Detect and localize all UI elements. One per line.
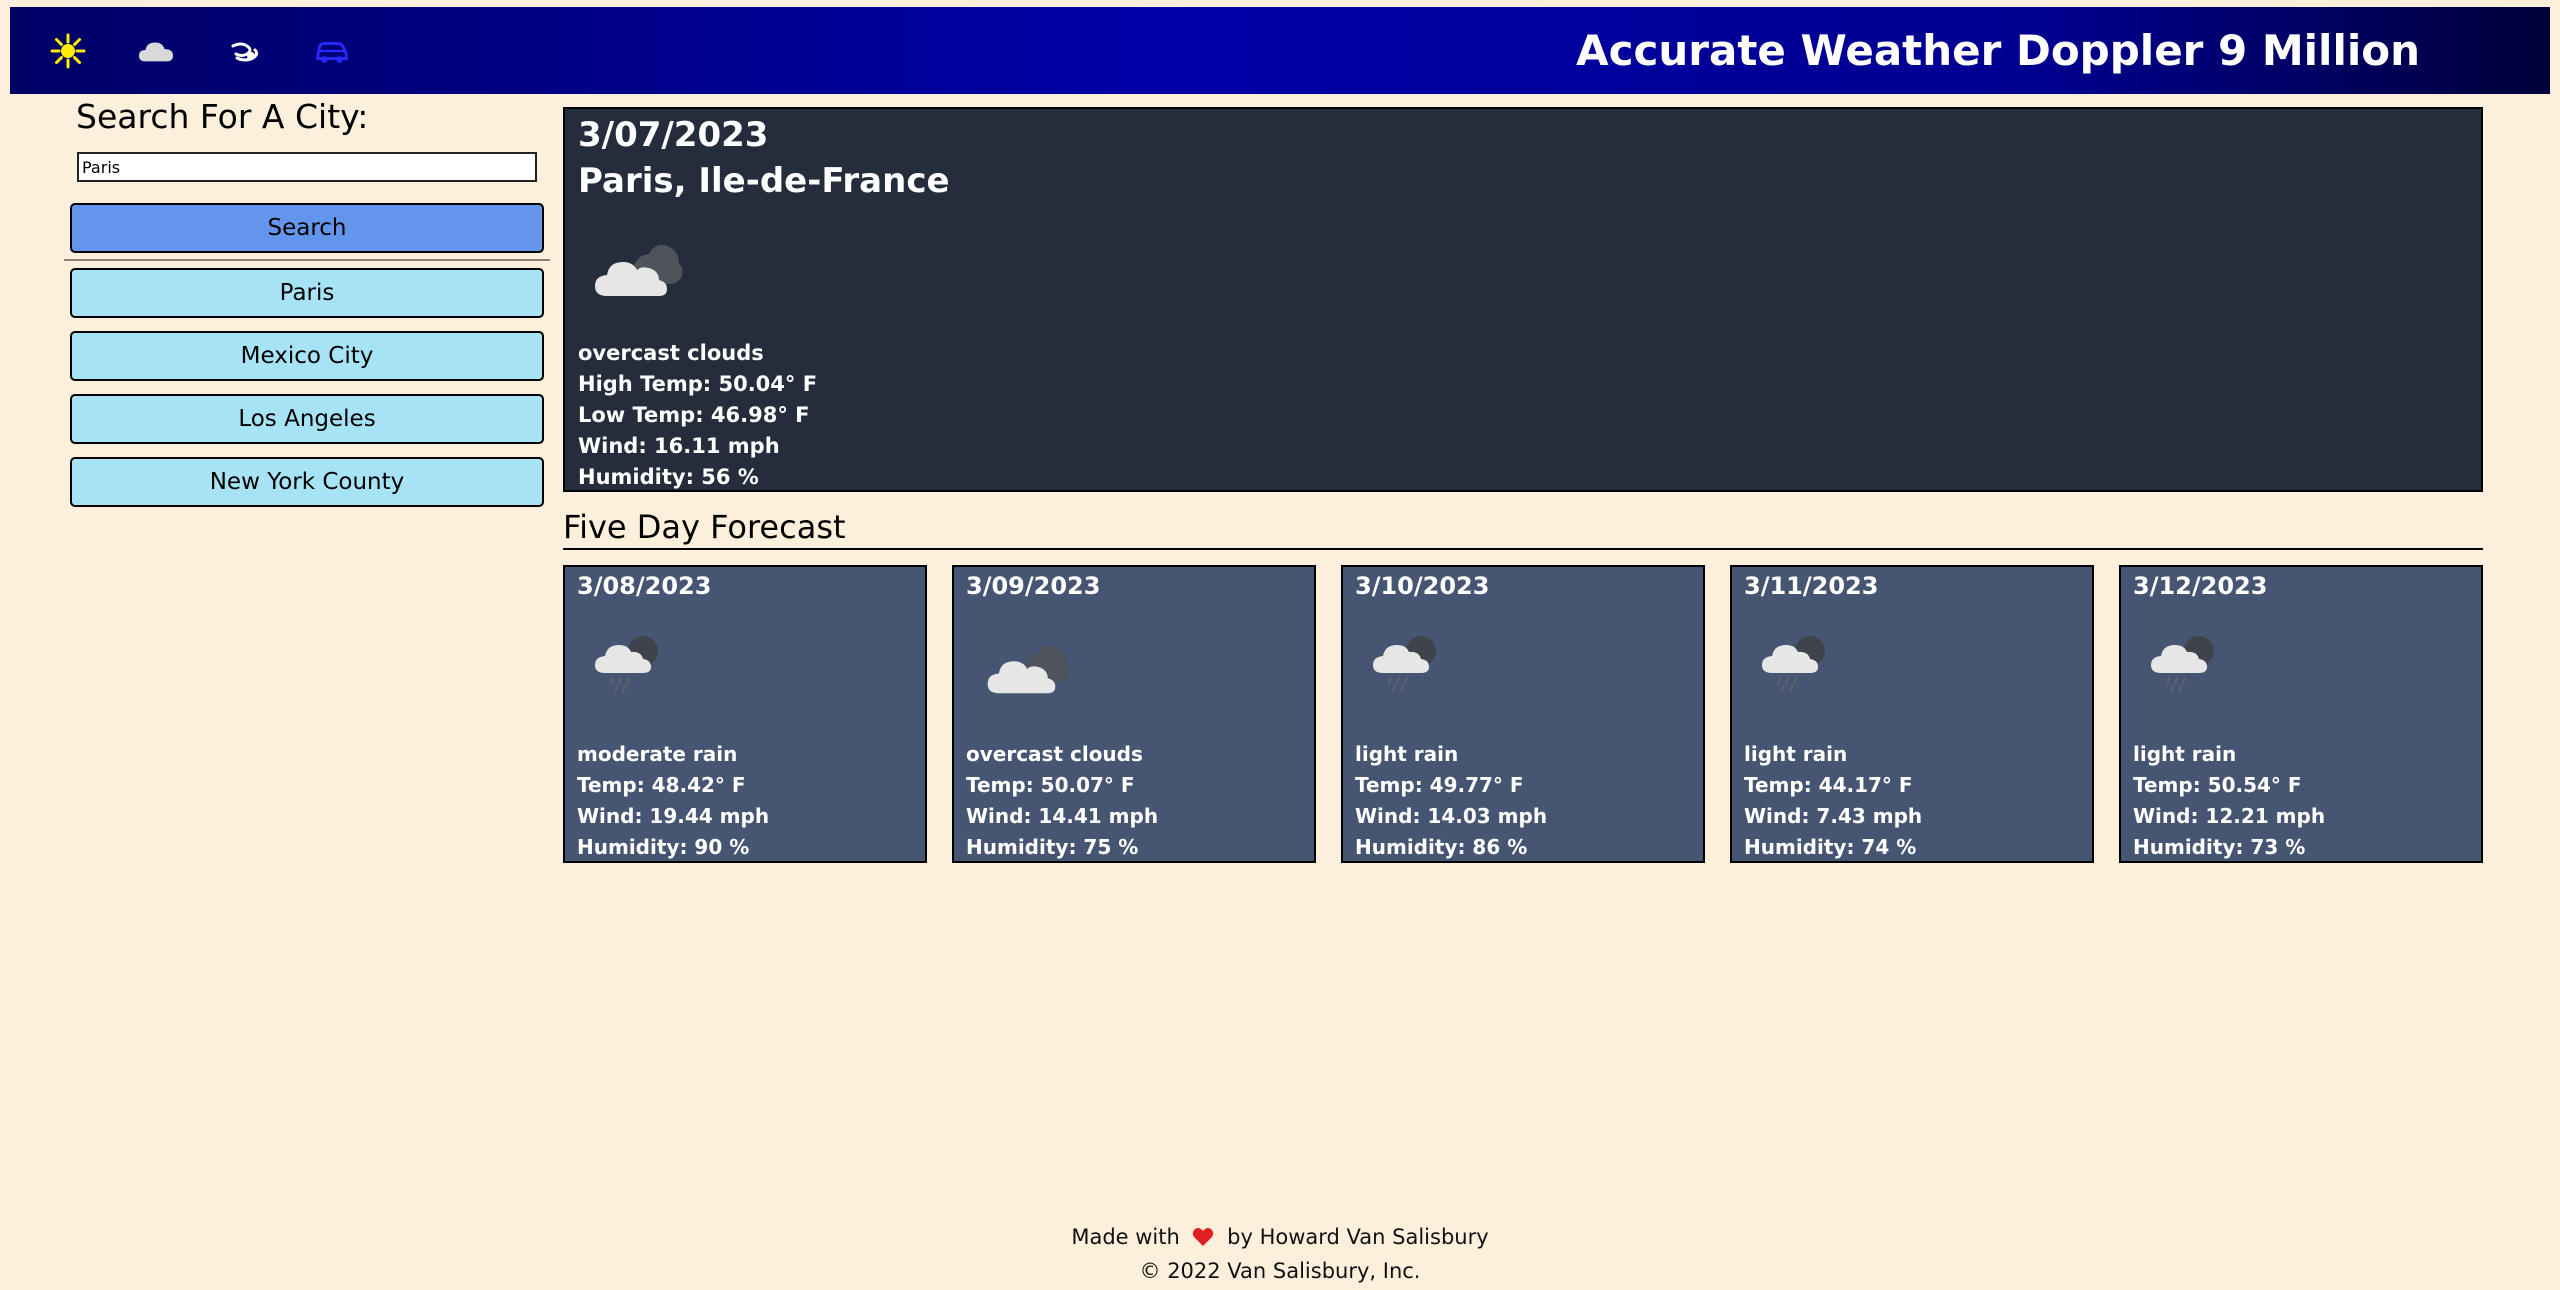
forecast-card: 3/12/2023 light rain Temp: 50.54° F Wind… <box>2119 565 2483 863</box>
footer-made-with: Made with <box>1071 1225 1180 1249</box>
forecast-card: 3/08/2023 moderate rain Temp: 48.42° F W… <box>563 565 927 863</box>
forecast-details: moderate rain Temp: 48.42° F Wind: 19.44… <box>577 739 769 863</box>
forecast-wind: Wind: 12.21 mph <box>2133 804 2326 828</box>
app-header: Accurate Weather Doppler 9 Million <box>10 7 2550 94</box>
forecast-date: 3/11/2023 <box>1744 572 1879 600</box>
forecast-date: 3/09/2023 <box>966 572 1101 600</box>
forecast-humidity: Humidity: 90 % <box>577 835 750 859</box>
forecast-wind: Wind: 14.41 mph <box>966 804 1159 828</box>
forecast-temp: Temp: 50.07° F <box>966 773 1135 797</box>
current-high-temp: High Temp: 50.04° F <box>578 372 818 396</box>
forecast-wind: Wind: 7.43 mph <box>1744 804 1923 828</box>
forecast-card: 3/09/2023 overcast clouds Temp: 50.07° F… <box>952 565 1316 863</box>
current-date: 3/07/2023 <box>578 115 769 155</box>
footer-credit-line: Made with by Howard Van Salisbury <box>0 1222 2560 1256</box>
overcast-clouds-icon <box>984 635 1074 701</box>
rain-icon <box>1760 629 1832 699</box>
search-heading: Search For A City: <box>76 97 369 136</box>
current-description: overcast clouds <box>578 341 764 365</box>
car-icon <box>314 33 350 69</box>
wind-icon <box>226 33 262 69</box>
current-wind: Wind: 16.11 mph <box>578 434 780 458</box>
current-humidity: Humidity: 56 % <box>578 465 759 489</box>
forecast-cards: 3/08/2023 moderate rain Temp: 48.42° F W… <box>563 565 2483 863</box>
forecast-temp: Temp: 49.77° F <box>1355 773 1524 797</box>
forecast-humidity: Humidity: 73 % <box>2133 835 2306 859</box>
forecast-details: overcast clouds Temp: 50.07° F Wind: 14.… <box>966 739 1158 863</box>
history-city-button[interactable]: Los Angeles <box>70 394 544 444</box>
cloud-icon <box>138 33 174 69</box>
forecast-date: 3/10/2023 <box>1355 572 1490 600</box>
current-location: Paris, Ile-de-France <box>578 161 950 201</box>
forecast-wind: Wind: 19.44 mph <box>577 804 770 828</box>
overcast-clouds-icon <box>593 234 685 304</box>
forecast-temp: Temp: 44.17° F <box>1744 773 1913 797</box>
forecast-details: light rain Temp: 44.17° F Wind: 7.43 mph… <box>1744 739 1922 863</box>
header-icon-bar <box>50 7 402 94</box>
forecast-date: 3/12/2023 <box>2133 572 2268 600</box>
search-button[interactable]: Search <box>70 203 544 253</box>
app-title: Accurate Weather Doppler 9 Million <box>1576 26 2420 75</box>
forecast-temp: Temp: 50.54° F <box>2133 773 2302 797</box>
history-city-button[interactable]: Mexico City <box>70 331 544 381</box>
page-footer: Made with by Howard Van Salisbury © 2022… <box>0 1222 2560 1287</box>
forecast-details: light rain Temp: 50.54° F Wind: 12.21 mp… <box>2133 739 2325 863</box>
footer-copyright: © 2022 Van Salisbury, Inc. <box>1139 1259 1421 1283</box>
footer-author: by Howard Van Salisbury <box>1227 1225 1489 1249</box>
forecast-temp: Temp: 48.42° F <box>577 773 746 797</box>
history-city-button[interactable]: New York County <box>70 457 544 507</box>
rain-icon <box>593 629 665 699</box>
forecast-card: 3/11/2023 light rain Temp: 44.17° F Wind… <box>1730 565 2094 863</box>
rain-icon <box>2149 629 2221 699</box>
forecast-description: light rain <box>2133 742 2237 766</box>
forecast-heading: Five Day Forecast <box>563 504 2483 550</box>
forecast-date: 3/08/2023 <box>577 572 712 600</box>
history-city-button[interactable]: Paris <box>70 268 544 318</box>
city-search-input[interactable] <box>77 152 537 182</box>
forecast-description: overcast clouds <box>966 742 1143 766</box>
forecast-description: light rain <box>1744 742 1848 766</box>
forecast-humidity: Humidity: 86 % <box>1355 835 1528 859</box>
forecast-humidity: Humidity: 74 % <box>1744 835 1917 859</box>
sidebar-divider <box>64 259 550 261</box>
sun-icon <box>50 33 86 69</box>
forecast-humidity: Humidity: 75 % <box>966 835 1139 859</box>
forecast-details: light rain Temp: 49.77° F Wind: 14.03 mp… <box>1355 739 1547 863</box>
current-low-temp: Low Temp: 46.98° F <box>578 403 810 427</box>
current-weather-card: 3/07/2023 Paris, Ile-de-France overcast … <box>563 107 2483 492</box>
forecast-card: 3/10/2023 light rain Temp: 49.77° F Wind… <box>1341 565 1705 863</box>
current-details: overcast clouds High Temp: 50.04° F Low … <box>578 338 817 493</box>
forecast-wind: Wind: 14.03 mph <box>1355 804 1548 828</box>
forecast-description: light rain <box>1355 742 1459 766</box>
forecast-description: moderate rain <box>577 742 738 766</box>
heart-icon <box>1192 1225 1214 1256</box>
rain-icon <box>1371 629 1443 699</box>
